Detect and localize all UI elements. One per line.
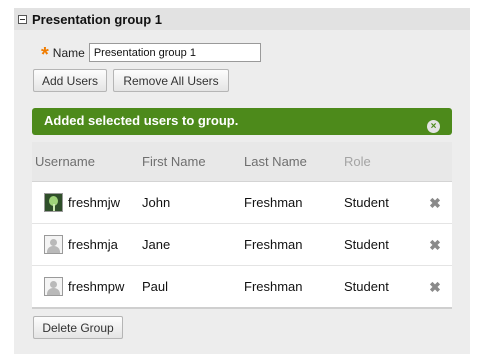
remove-all-users-button[interactable]: Remove All Users	[113, 69, 229, 92]
success-message: Added selected users to group.	[44, 113, 239, 128]
default-avatar-icon	[44, 277, 63, 296]
username-cell: freshmpw	[32, 277, 142, 296]
first-name: Paul	[142, 279, 169, 294]
username-cell: freshmjw	[32, 193, 142, 212]
last-name: Freshman	[244, 237, 303, 252]
first-name: John	[142, 195, 171, 210]
collapse-icon[interactable]	[18, 14, 27, 24]
group-title: Presentation group 1	[32, 11, 163, 27]
username: freshmja	[68, 237, 118, 252]
column-header-username[interactable]: Username	[32, 154, 142, 169]
name-field-row: * Name	[41, 43, 261, 66]
success-banner: Added selected users to group. ×	[32, 108, 452, 135]
role: Student	[344, 195, 389, 210]
members-table: Username First Name Last Name Role fresh…	[32, 142, 452, 309]
table-row: freshmpw Paul Freshman Student ✖	[32, 266, 452, 309]
role: Student	[344, 279, 389, 294]
column-header-last-name[interactable]: Last Name	[244, 154, 344, 169]
column-header-role: Role	[344, 154, 371, 169]
custom-avatar-icon	[44, 193, 63, 212]
remove-user-icon[interactable]: ✖	[429, 280, 441, 294]
table-header: Username First Name Last Name Role	[32, 142, 452, 182]
username: freshmpw	[68, 279, 125, 294]
first-name: Jane	[142, 237, 171, 252]
role: Student	[344, 237, 389, 252]
close-icon[interactable]: ×	[427, 120, 440, 133]
add-users-button[interactable]: Add Users	[33, 69, 107, 92]
group-name-input[interactable]	[88, 43, 261, 62]
username: freshmjw	[68, 195, 121, 210]
name-label: Name	[52, 45, 85, 60]
remove-user-icon[interactable]: ✖	[429, 238, 441, 252]
table-row: freshmjw John Freshman Student ✖	[32, 182, 452, 224]
required-asterisk-icon: *	[41, 43, 49, 66]
table-row: freshmja Jane Freshman Student ✖	[32, 224, 452, 266]
delete-group-button[interactable]: Delete Group	[33, 316, 123, 339]
username-cell: freshmja	[32, 235, 142, 254]
column-header-first-name[interactable]: First Name	[142, 154, 244, 169]
last-name: Freshman	[244, 195, 303, 210]
last-name: Freshman	[244, 279, 303, 294]
group-panel-body: * Name Add Users Remove All Users Added …	[14, 30, 470, 354]
default-avatar-icon	[44, 235, 63, 254]
group-panel-header: Presentation group 1	[14, 8, 470, 30]
remove-user-icon[interactable]: ✖	[429, 196, 441, 210]
